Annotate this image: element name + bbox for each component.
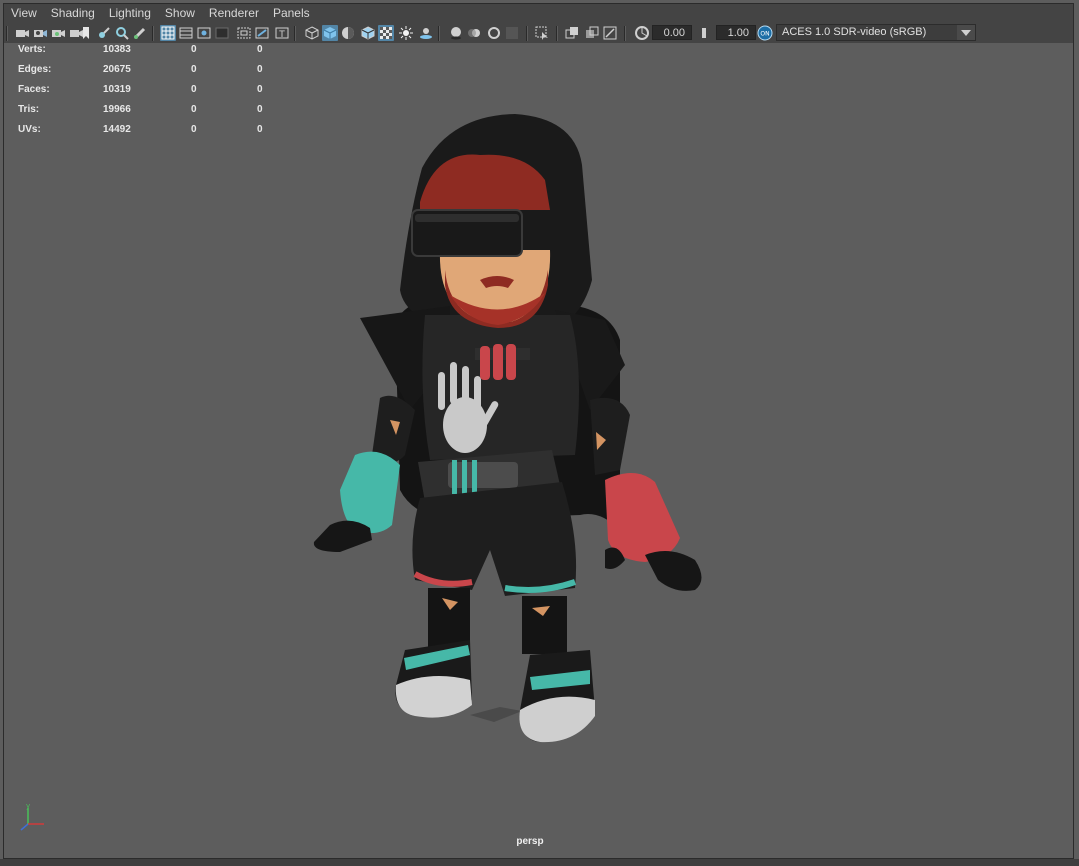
toolbar-separator [294, 26, 296, 41]
textured-icon[interactable] [378, 25, 394, 41]
hud-value: 0 [257, 44, 263, 55]
backface-culling-icon[interactable] [602, 25, 618, 41]
poly-count-hud: Verts: 10383 0 0 Edges: 20675 0 0 Faces:… [18, 44, 278, 144]
wireframe-on-shaded-icon[interactable] [360, 25, 376, 41]
hud-label: Tris: [18, 104, 40, 115]
grease-pencil-icon[interactable] [132, 25, 148, 41]
smooth-shade-icon[interactable] [322, 25, 338, 41]
panel-toolbar: T 0.00 1.00 ON ACES 1.0 SDR-video (sRGB) [4, 23, 1074, 43]
hud-row-verts: Verts: 10383 0 0 [18, 44, 278, 64]
left-leg [428, 588, 470, 648]
exposure-icon[interactable] [634, 25, 650, 41]
anti-aliasing-icon[interactable] [486, 25, 502, 41]
isolate-select-icon[interactable] [534, 25, 550, 41]
bookmark-icon[interactable] [78, 25, 94, 41]
hud-value: 14492 [103, 124, 131, 135]
default-material-icon[interactable] [340, 25, 356, 41]
menu-view[interactable]: View [4, 4, 44, 23]
xray-icon[interactable] [564, 25, 580, 41]
grid-icon[interactable] [160, 25, 176, 41]
toolbar-separator [152, 26, 154, 41]
hud-value: 20675 [103, 64, 131, 75]
screen-space-ao-icon[interactable] [448, 25, 464, 41]
hud-value: 0 [191, 44, 197, 55]
shadows-icon[interactable] [418, 25, 434, 41]
film-gate-icon[interactable] [178, 25, 194, 41]
motion-blur-icon[interactable] [466, 25, 482, 41]
left-hand [313, 520, 372, 552]
viewport-panel[interactable]: View Shading Lighting Show Renderer Pane… [0, 0, 1079, 866]
2d-pan-zoom-icon[interactable] [114, 25, 130, 41]
color-space-value: ACES 1.0 SDR-video (sRGB) [782, 26, 927, 38]
svg-text:T: T [278, 30, 285, 40]
hud-label: Verts: [18, 44, 46, 55]
right-upper-arm [590, 397, 630, 475]
hud-label: UVs: [18, 124, 41, 135]
chevron-down-icon[interactable] [957, 25, 975, 40]
hud-value: 0 [257, 104, 263, 115]
vr-visor-highlight [415, 214, 519, 222]
hud-value: 0 [257, 64, 263, 75]
hud-label: Faces: [18, 84, 50, 95]
hud-row-edges: Edges: 20675 0 0 [18, 64, 278, 84]
use-all-lights-icon[interactable] [398, 25, 414, 41]
view-transform-toggle[interactable]: ON [756, 25, 774, 41]
right-leg [522, 596, 567, 654]
hud-value: 0 [191, 124, 197, 135]
select-camera-icon[interactable] [14, 25, 30, 41]
shorts [412, 482, 577, 596]
toolbar-separator [624, 26, 626, 41]
hud-value: 0 [191, 84, 197, 95]
safe-action-icon[interactable] [254, 25, 270, 41]
toolbar-separator [438, 26, 440, 41]
hud-value: 0 [257, 84, 263, 95]
left-sneaker-sole [395, 676, 472, 718]
hud-value: 0 [191, 64, 197, 75]
hud-value: 0 [257, 124, 263, 135]
hud-row-tris: Tris: 19966 0 0 [18, 104, 278, 124]
menu-shading[interactable]: Shading [44, 4, 102, 23]
menu-show[interactable]: Show [158, 4, 202, 23]
safe-title-icon[interactable]: T [274, 25, 290, 41]
belt-buckle [448, 462, 518, 488]
toolbar-separator [6, 26, 8, 41]
color-space-dropdown[interactable]: ACES 1.0 SDR-video (sRGB) [776, 24, 976, 41]
hud-row-uvs: UVs: 14492 0 0 [18, 124, 278, 144]
gamma-icon[interactable] [698, 25, 714, 41]
field-chart-icon[interactable] [236, 25, 252, 41]
color-management-badge: ON [760, 31, 769, 38]
camera-name-label: persp [516, 836, 544, 847]
hud-row-faces: Faces: 10319 0 0 [18, 84, 278, 104]
axis-y-label: y [26, 802, 30, 810]
menu-panels[interactable]: Panels [266, 4, 317, 23]
wireframe-icon[interactable] [304, 25, 320, 41]
hud-value: 10383 [103, 44, 131, 55]
belt-teal-details [452, 460, 477, 494]
menu-lighting[interactable]: Lighting [102, 4, 158, 23]
image-plane-icon[interactable] [96, 25, 112, 41]
camera-attributes-icon[interactable] [32, 25, 48, 41]
ground-shadow [470, 707, 522, 722]
gate-mask-icon[interactable] [214, 25, 230, 41]
hud-label: Edges: [18, 64, 52, 75]
panel-menu-bar: View Shading Lighting Show Renderer Pane… [4, 4, 1074, 23]
xray-joints-icon[interactable] [584, 25, 600, 41]
hud-value: 19966 [103, 104, 131, 115]
toolbar-separator [526, 26, 528, 41]
right-hand [645, 551, 702, 591]
hud-value: 10319 [103, 84, 131, 95]
toolbar-separator [556, 26, 558, 41]
hud-value: 0 [191, 104, 197, 115]
exposure-field[interactable]: 0.00 [652, 25, 692, 40]
axis-z-icon [20, 823, 29, 831]
depth-of-field-icon[interactable] [504, 25, 520, 41]
bookmark-camera-icon[interactable] [50, 25, 66, 41]
view-axis-gizmo: y [20, 802, 44, 831]
resolution-gate-icon[interactable] [196, 25, 212, 41]
gamma-field[interactable]: 1.00 [716, 25, 756, 40]
character-model[interactable] [300, 110, 720, 760]
panel-bottom-edge [0, 859, 1079, 866]
menu-renderer[interactable]: Renderer [202, 4, 266, 23]
